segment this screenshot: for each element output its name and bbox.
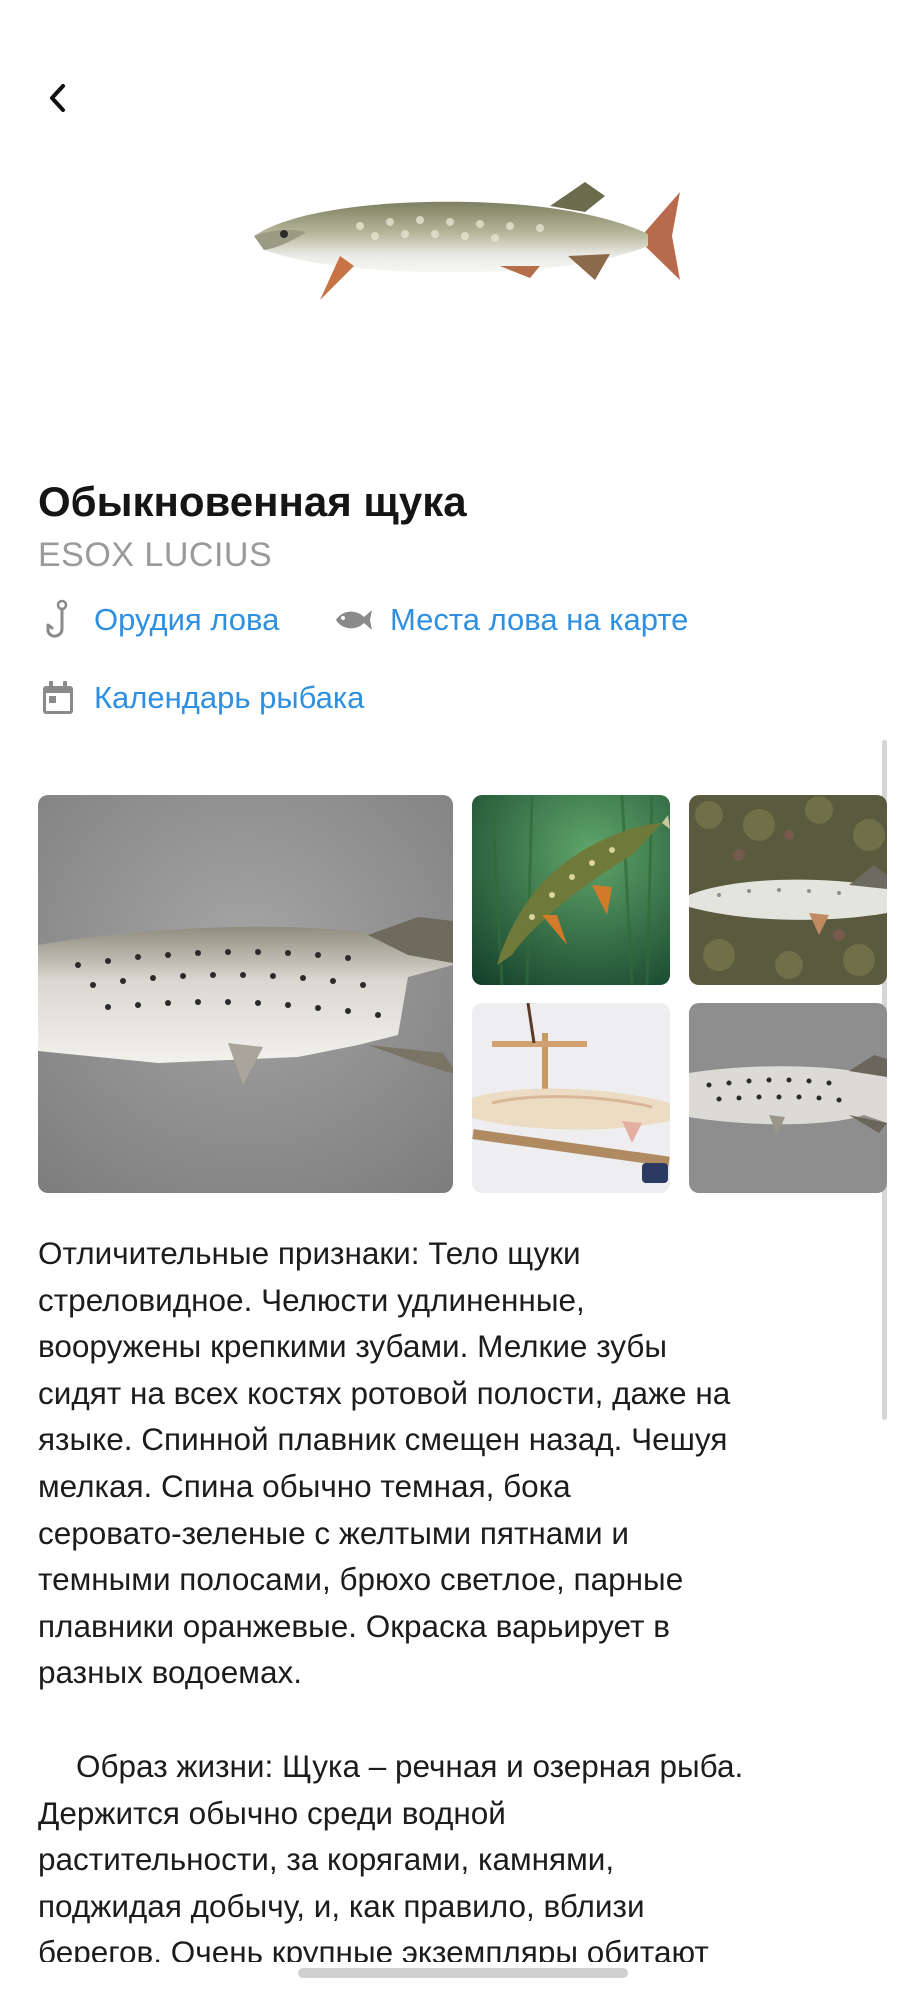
- fish-name-title: Обыкновенная щука: [38, 478, 467, 525]
- gallery-photo-underwater[interactable]: [472, 795, 670, 985]
- chevron-left-icon: [50, 84, 65, 112]
- fishing-gear-link[interactable]: Орудия лова: [34, 596, 279, 644]
- gallery-photo-main[interactable]: [38, 795, 453, 1193]
- fish-hero-image: [250, 170, 680, 310]
- calendar-icon: [34, 674, 82, 722]
- gallery-photo-grass[interactable]: [689, 795, 887, 985]
- fisherman-calendar-link-label: Календарь рыбака: [94, 680, 365, 715]
- fishing-gear-link-label: Орудия лова: [94, 602, 280, 637]
- gallery-photo-albino[interactable]: [472, 1003, 670, 1193]
- fish-latin-name: ESOX LUCIUS: [38, 536, 273, 574]
- gallery-photo-ice[interactable]: [689, 1003, 887, 1193]
- fisherman-calendar-link[interactable]: Календарь рыбака: [34, 674, 364, 722]
- back-button[interactable]: [38, 76, 78, 120]
- description-paragraph: Образ жизни: Щука – речная и озерная рыб…: [38, 1747, 744, 1962]
- fishing-hook-icon: [34, 596, 82, 644]
- fish-icon: [330, 596, 378, 644]
- fishing-places-map-link-label: Места лова на карте: [390, 602, 689, 637]
- fish-description: Отличительные признаки: Тело щуки стрело…: [38, 1230, 888, 1962]
- home-indicator: [298, 1968, 628, 1978]
- description-paragraph: Отличительные признаки: Тело щуки стрело…: [38, 1235, 731, 1691]
- fishing-places-map-link[interactable]: Места лова на карте: [330, 596, 688, 644]
